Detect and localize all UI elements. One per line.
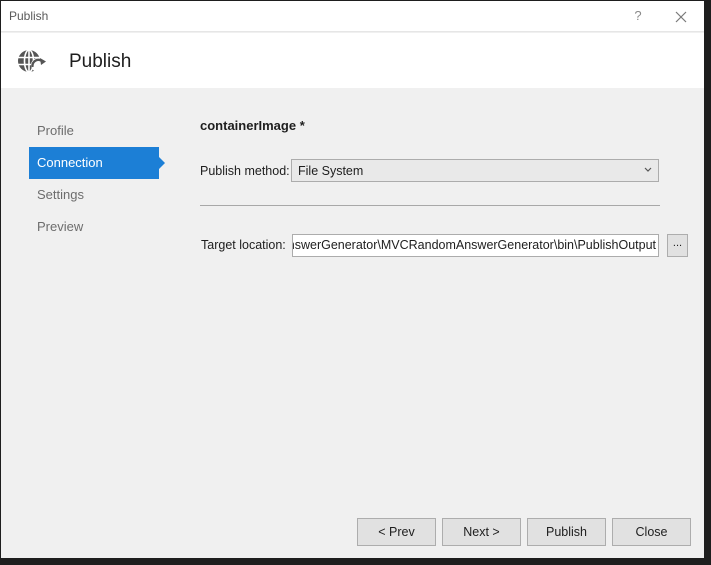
target-location-label: Target location:: [201, 238, 286, 252]
publish-method-value: File System: [298, 164, 364, 178]
profile-name: containerImage *: [200, 118, 305, 133]
title-bar: Publish ?: [1, 1, 704, 32]
nav-item-preview[interactable]: Preview: [29, 211, 159, 243]
publish-method-select[interactable]: File System: [291, 159, 659, 182]
dialog-header: Publish: [1, 33, 704, 88]
window-title: Publish: [9, 9, 49, 23]
nav-item-settings[interactable]: Settings: [29, 179, 159, 211]
nav-item-connection[interactable]: Connection: [29, 147, 165, 179]
prev-button[interactable]: < Prev: [357, 518, 436, 546]
close-icon: [675, 11, 687, 23]
chevron-down-icon: [644, 167, 652, 172]
publish-button[interactable]: Publish: [527, 518, 606, 546]
publish-method-label: Publish method:: [200, 164, 290, 178]
wizard-nav: Profile Connection Settings Preview: [29, 115, 169, 243]
globe-publish-icon: [15, 45, 47, 77]
nav-item-profile[interactable]: Profile: [29, 115, 159, 147]
browse-button[interactable]: ...: [667, 234, 688, 257]
help-button[interactable]: ?: [630, 6, 646, 26]
close-button[interactable]: Close: [612, 518, 691, 546]
section-divider: [200, 205, 660, 206]
header-title: Publish: [69, 51, 132, 72]
next-button[interactable]: Next >: [442, 518, 521, 546]
close-window-button[interactable]: [671, 7, 691, 27]
target-location-input[interactable]: AnswerGenerator\MVCRandomAnswerGenerator…: [292, 234, 659, 257]
publish-dialog: Publish ? Publish Profile Connection Set…: [1, 1, 704, 558]
target-location-value: AnswerGenerator\MVCRandomAnswerGenerator…: [292, 238, 656, 252]
